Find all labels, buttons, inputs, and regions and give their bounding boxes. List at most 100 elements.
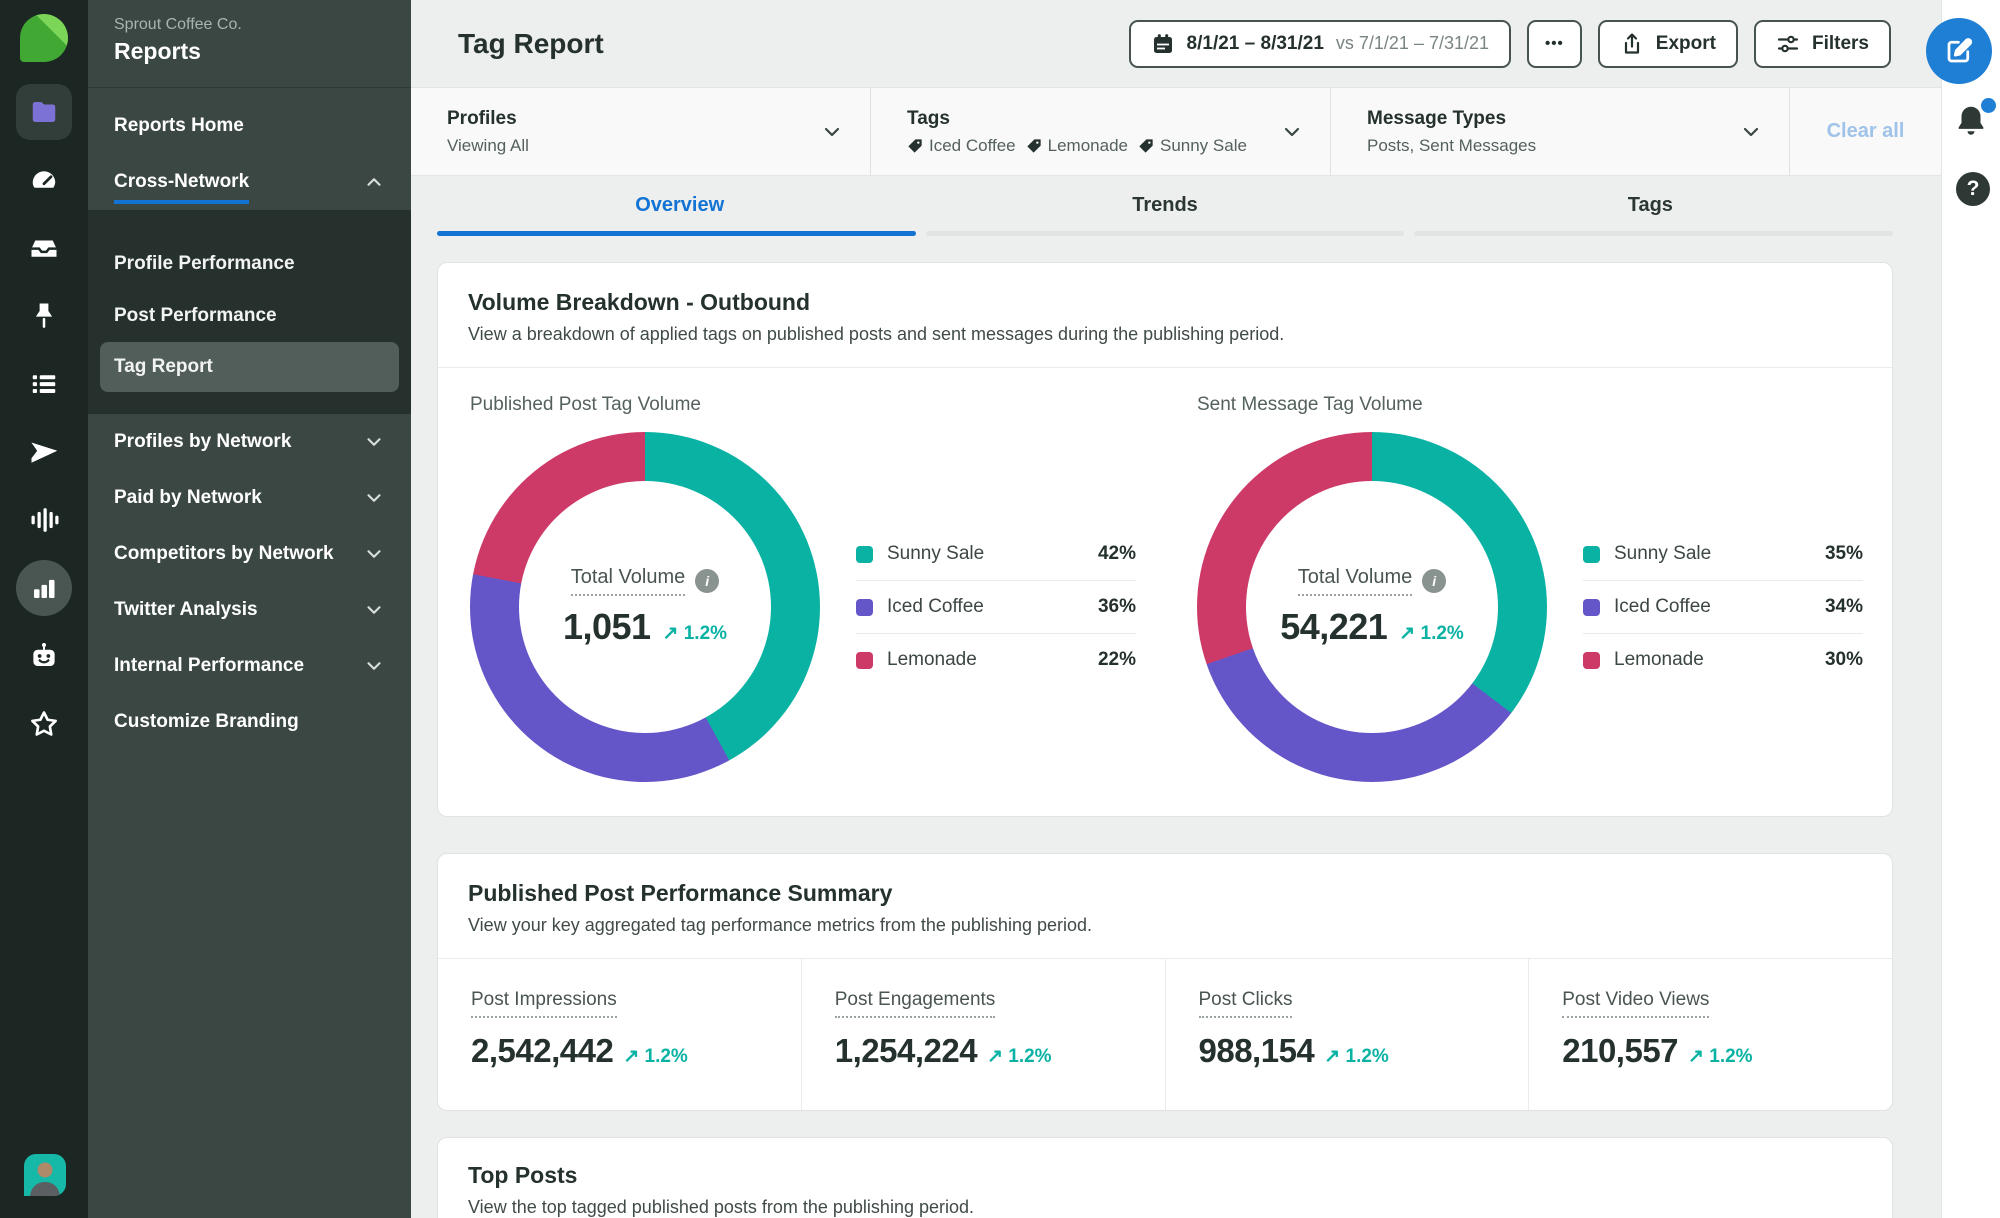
- chevron-down-icon: [1280, 120, 1304, 144]
- metric-post-clicks[interactable]: Post Clicks 988,154 ↗ 1.2%: [1165, 959, 1529, 1110]
- legend-item[interactable]: Iced Coffee 34%: [1583, 580, 1863, 633]
- date-compare-value: vs 7/1/21 – 7/31/21: [1336, 33, 1489, 54]
- legend-item[interactable]: Sunny Sale 42%: [856, 528, 1136, 580]
- sidebar-item-competitors-by-network[interactable]: Competitors by Network: [88, 526, 411, 582]
- sidebar-item-cross-network[interactable]: Cross-Network: [88, 154, 411, 210]
- donut-chart-sent-messages[interactable]: Total Volume i 54,221 ↗ 1.2%: [1197, 432, 1547, 782]
- ellipsis-icon: •••: [1545, 35, 1564, 52]
- bar-chart-icon[interactable]: [16, 560, 72, 616]
- sidebar-item-post-performance[interactable]: Post Performance: [88, 290, 411, 342]
- top-posts-subtitle: View the top tagged published posts from…: [468, 1197, 1862, 1218]
- trend-up-icon: ↗: [623, 1046, 639, 1067]
- tab-overview[interactable]: Overview: [437, 194, 922, 231]
- legend-swatch: [856, 546, 873, 563]
- trend-indicator: ↗ 1.2%: [1324, 1045, 1389, 1068]
- tab-tags[interactable]: Tags: [1408, 194, 1893, 231]
- report-content: Overview Trends Tags Volume Breakdown - …: [411, 176, 1941, 1218]
- filter-bar: Profiles Viewing All Tags Iced Coffee Le…: [411, 88, 1941, 176]
- sliders-icon: [1776, 32, 1800, 56]
- main-area: Tag Report 8/1/21 – 8/31/21 vs 7/1/21 – …: [411, 0, 1941, 1218]
- volume-card-subtitle: View a breakdown of applied tags on publ…: [468, 324, 1862, 345]
- chevron-down-icon: [363, 543, 385, 565]
- chevron-down-icon: [363, 431, 385, 453]
- trend-up-icon: ↗: [1688, 1046, 1704, 1067]
- export-button[interactable]: Export: [1598, 20, 1738, 68]
- tag-icon: [1138, 138, 1154, 154]
- folder-icon[interactable]: [16, 84, 72, 140]
- donut-chart-published-posts[interactable]: Total Volume i 1,051 ↗ 1.2%: [470, 432, 820, 782]
- profiles-filter[interactable]: Profiles Viewing All: [411, 88, 871, 175]
- legend-item[interactable]: Sunny Sale 35%: [1583, 528, 1863, 580]
- date-range-value: 8/1/21 – 8/31/21: [1187, 33, 1324, 55]
- metric-post-engagements[interactable]: Post Engagements 1,254,224 ↗ 1.2%: [801, 959, 1165, 1110]
- tag-chip: Iced Coffee: [907, 136, 1016, 156]
- cross-network-submenu: Profile Performance Post Performance Tag…: [88, 210, 411, 414]
- speedometer-icon[interactable]: [16, 152, 72, 208]
- trend-up-icon: ↗: [663, 623, 679, 644]
- tab-indicator-track: [437, 231, 1893, 236]
- legend-swatch: [1583, 599, 1600, 616]
- sidebar-item-tag-report[interactable]: Tag Report: [100, 342, 399, 392]
- legend-swatch: [856, 652, 873, 669]
- filters-button[interactable]: Filters: [1754, 20, 1891, 68]
- user-avatar[interactable]: [24, 1154, 66, 1196]
- more-options-button[interactable]: •••: [1527, 20, 1582, 68]
- send-icon[interactable]: [16, 424, 72, 480]
- compose-button[interactable]: [1926, 18, 1992, 84]
- total-volume-value: 1,051: [563, 606, 651, 648]
- trend-indicator: ↗ 1.2%: [1399, 622, 1464, 645]
- page-title: Tag Report: [458, 28, 604, 60]
- chevron-down-icon: [363, 655, 385, 677]
- sidebar-item-customize-branding[interactable]: Customize Branding: [88, 694, 411, 750]
- waveform-icon[interactable]: [16, 492, 72, 548]
- info-icon[interactable]: i: [1422, 569, 1446, 593]
- chevron-down-icon: [820, 120, 844, 144]
- sidebar-item-profiles-by-network[interactable]: Profiles by Network: [88, 414, 411, 470]
- chevron-up-icon: [363, 171, 385, 193]
- tab-trends[interactable]: Trends: [922, 194, 1407, 231]
- notifications-bell-icon[interactable]: [1952, 102, 1992, 142]
- profiles-filter-value: Viewing All: [447, 136, 529, 156]
- reports-sidebar: Sprout Coffee Co. Reports Reports Home C…: [88, 0, 411, 1218]
- star-icon[interactable]: [16, 696, 72, 752]
- inbox-icon[interactable]: [16, 220, 72, 276]
- legend-item[interactable]: Iced Coffee 36%: [856, 580, 1136, 633]
- metric-post-video-views[interactable]: Post Video Views 210,557 ↗ 1.2%: [1528, 959, 1892, 1110]
- tag-chip: Sunny Sale: [1138, 136, 1247, 156]
- tag-chip: Lemonade: [1026, 136, 1128, 156]
- chart-legend: Sunny Sale 42% Iced Coffee 36% Lemonade: [856, 528, 1136, 686]
- info-icon[interactable]: i: [695, 569, 719, 593]
- legend-item[interactable]: Lemonade 30%: [1583, 633, 1863, 686]
- sidebar-title: Reports: [114, 38, 385, 65]
- metric-post-impressions[interactable]: Post Impressions 2,542,442 ↗ 1.2%: [438, 959, 801, 1110]
- list-icon[interactable]: [16, 356, 72, 412]
- date-range-button[interactable]: 8/1/21 – 8/31/21 vs 7/1/21 – 7/31/21: [1129, 20, 1511, 68]
- top-posts-title: Top Posts: [468, 1162, 1862, 1189]
- bot-icon[interactable]: [16, 628, 72, 684]
- calendar-icon: [1151, 32, 1175, 56]
- legend-swatch: [1583, 652, 1600, 669]
- notification-dot: [1981, 98, 1996, 113]
- trend-up-icon: ↗: [987, 1046, 1003, 1067]
- trend-indicator: ↗ 1.2%: [663, 622, 728, 645]
- total-volume-label: Total Volume: [1298, 566, 1413, 596]
- legend-item[interactable]: Lemonade 22%: [856, 633, 1136, 686]
- legend-swatch: [1583, 546, 1600, 563]
- sidebar-item-internal-performance[interactable]: Internal Performance: [88, 638, 411, 694]
- sidebar-item-profile-performance[interactable]: Profile Performance: [88, 238, 411, 290]
- volume-card-title: Volume Breakdown - Outbound: [468, 289, 1862, 316]
- tags-filter[interactable]: Tags Iced Coffee Lemonade Sunny Sale: [871, 88, 1331, 175]
- sidebar-item-twitter-analysis[interactable]: Twitter Analysis: [88, 582, 411, 638]
- clear-all-button[interactable]: Clear all: [1790, 88, 1941, 175]
- help-icon[interactable]: ?: [1956, 172, 1990, 206]
- tab-indicator-active: [437, 231, 916, 236]
- sidebar-header: Sprout Coffee Co. Reports: [88, 0, 411, 88]
- trend-indicator: ↗ 1.2%: [623, 1045, 688, 1068]
- message-types-filter[interactable]: Message Types Posts, Sent Messages: [1331, 88, 1790, 175]
- sidebar-item-reports-home[interactable]: Reports Home: [88, 98, 411, 154]
- pin-icon[interactable]: [16, 288, 72, 344]
- quick-actions-rail: ?: [1941, 0, 2000, 1218]
- trend-indicator: ↗ 1.2%: [1688, 1045, 1753, 1068]
- metrics-row: Post Impressions 2,542,442 ↗ 1.2% Post E…: [438, 959, 1892, 1110]
- sidebar-item-paid-by-network[interactable]: Paid by Network: [88, 470, 411, 526]
